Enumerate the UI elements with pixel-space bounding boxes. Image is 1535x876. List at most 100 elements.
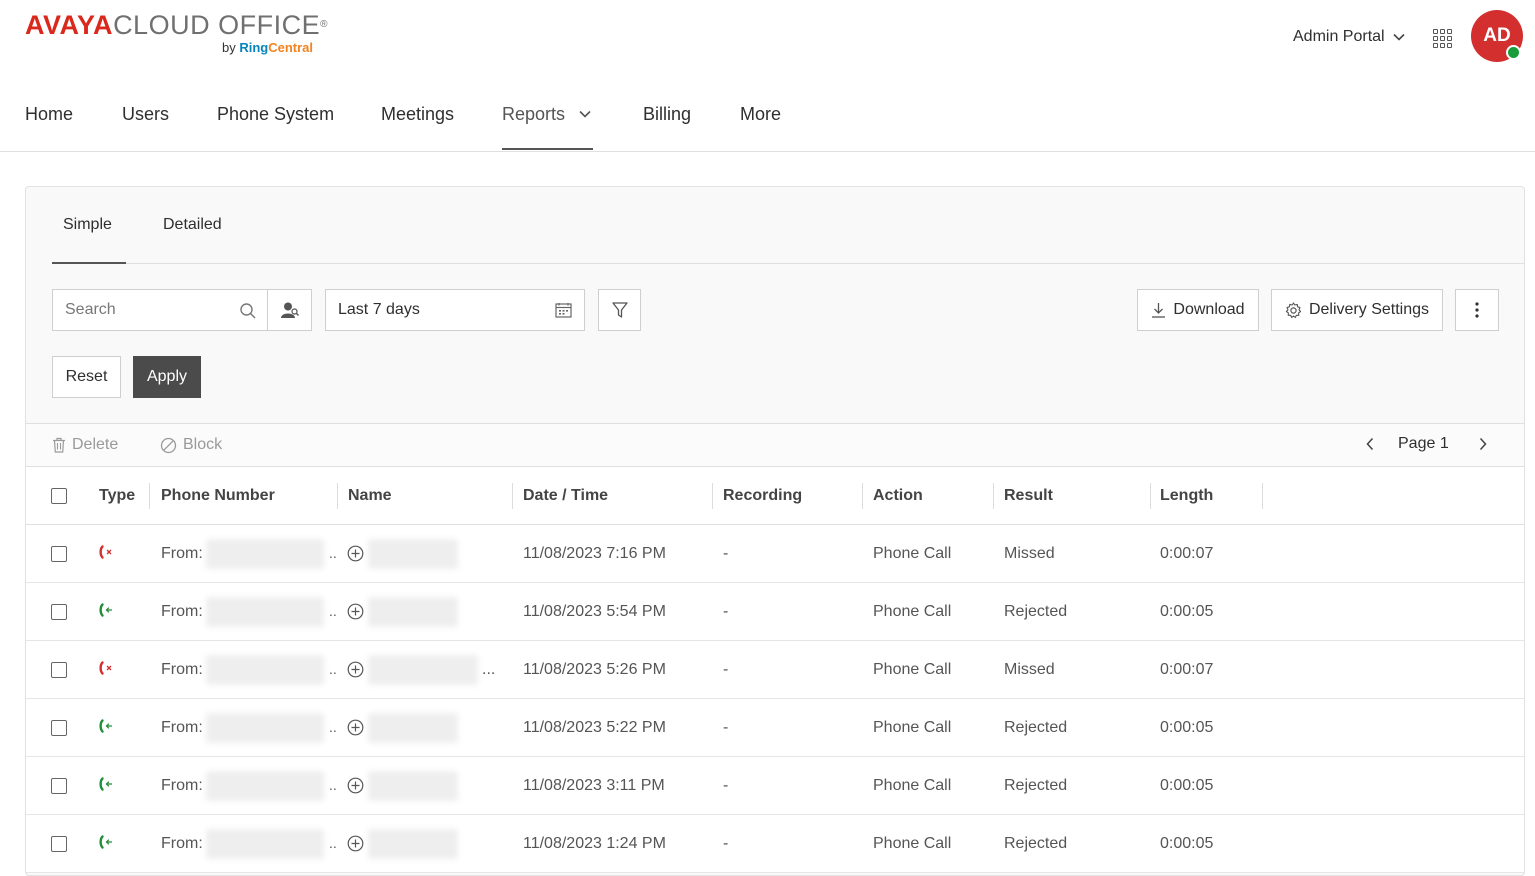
table-row[interactable]: From: .. 11/08/2023 7:16 PM - Phone Call… xyxy=(26,525,1524,583)
column-divider xyxy=(712,483,713,509)
column-phone-number[interactable]: Phone Number xyxy=(161,487,275,505)
nav-phone-system[interactable]: Phone System xyxy=(217,102,334,126)
phone-number-overflow: .. xyxy=(329,777,337,793)
add-contact-button[interactable] xyxy=(347,719,364,741)
filter-button[interactable] xyxy=(598,289,641,331)
chevron-left-icon[interactable] xyxy=(1366,437,1374,451)
column-divider xyxy=(512,483,513,509)
date-range-picker[interactable]: Last 7 days xyxy=(325,289,585,331)
add-contact-button[interactable] xyxy=(347,835,364,857)
row-checkbox[interactable] xyxy=(51,662,67,678)
row-checkbox[interactable] xyxy=(51,720,67,736)
main-nav: Home Users Phone System Meetings Reports… xyxy=(0,72,1535,152)
add-contact-button[interactable] xyxy=(347,777,364,799)
column-divider xyxy=(1262,483,1263,509)
avaya-logo[interactable]: AVAYACLOUD OFFICE® by RingCentral xyxy=(25,10,328,55)
apply-button[interactable]: Apply xyxy=(133,356,201,398)
subtab-divider xyxy=(52,263,1524,264)
nav-more[interactable]: More xyxy=(740,102,781,126)
action-cell: Phone Call xyxy=(873,835,952,852)
delete-action[interactable]: Delete xyxy=(52,436,118,454)
recording-cell: - xyxy=(723,835,729,852)
nav-home[interactable]: Home xyxy=(25,102,73,126)
add-contact-icon xyxy=(347,777,364,794)
download-label: Download xyxy=(1173,301,1245,318)
action-cell: Phone Call xyxy=(873,661,952,678)
row-checkbox[interactable] xyxy=(51,604,67,620)
redacted-phone-number xyxy=(206,771,324,801)
select-all-checkbox[interactable] xyxy=(51,488,67,504)
action-cell: Phone Call xyxy=(873,777,952,794)
add-contact-button[interactable] xyxy=(347,545,364,567)
trash-icon xyxy=(53,437,65,453)
chevron-down-icon xyxy=(1393,33,1405,41)
admin-portal-dropdown[interactable]: Admin Portal xyxy=(1293,28,1405,46)
phone-number-prefix: From: xyxy=(161,545,203,562)
length-cell: 0:00:05 xyxy=(1160,603,1214,620)
phone-number-overflow: .. xyxy=(329,835,337,851)
table-row[interactable]: From: .. 11/08/2023 1:24 PM - Phone Call… xyxy=(26,815,1524,873)
column-name[interactable]: Name xyxy=(348,487,392,505)
chevron-right-icon[interactable] xyxy=(1479,437,1487,451)
phone-number-prefix: From: xyxy=(161,719,203,736)
phone-number-overflow: .. xyxy=(329,661,337,677)
row-checkbox[interactable] xyxy=(51,836,67,852)
table-body: From: .. 11/08/2023 7:16 PM - Phone Call… xyxy=(26,525,1524,873)
column-result[interactable]: Result xyxy=(1004,487,1053,505)
call-type xyxy=(98,602,114,623)
table-row[interactable]: From: .. 11/08/2023 5:54 PM - Phone Call… xyxy=(26,583,1524,641)
date-time-cell: 11/08/2023 5:22 PM xyxy=(523,719,666,736)
search-field[interactable] xyxy=(52,289,268,331)
result-cell: Missed xyxy=(1004,545,1055,562)
nav-billing[interactable]: Billing xyxy=(643,102,691,126)
filter-icon xyxy=(611,301,628,318)
table-row[interactable]: From: .. 11/08/2023 3:11 PM - Phone Call… xyxy=(26,757,1524,815)
reset-button[interactable]: Reset xyxy=(52,356,121,398)
call-type xyxy=(98,776,114,797)
redacted-phone-number xyxy=(206,829,324,859)
admin-portal-label: Admin Portal xyxy=(1293,28,1385,45)
column-action[interactable]: Action xyxy=(873,487,923,505)
delivery-settings-button[interactable]: Delivery Settings xyxy=(1271,289,1443,331)
kebab-menu-icon xyxy=(1475,302,1479,318)
add-contact-icon xyxy=(347,545,364,562)
app-launcher-icon[interactable] xyxy=(1433,29,1452,48)
result-cell: Rejected xyxy=(1004,719,1068,736)
row-checkbox[interactable] xyxy=(51,778,67,794)
tab-simple[interactable]: Simple xyxy=(63,216,112,234)
recording-cell: - xyxy=(723,603,729,620)
action-cell: Phone Call xyxy=(873,545,952,562)
add-contact-icon xyxy=(347,835,364,852)
nav-users[interactable]: Users xyxy=(122,102,169,126)
calendar-icon xyxy=(555,303,572,318)
call-type xyxy=(98,718,114,739)
presence-status-icon xyxy=(1506,45,1521,60)
column-length[interactable]: Length xyxy=(1160,487,1213,505)
column-recording[interactable]: Recording xyxy=(723,487,802,505)
call-log-table: Type Phone Number Name Date / Time Recor… xyxy=(26,467,1524,873)
column-date-time[interactable]: Date / Time xyxy=(523,487,608,505)
result-cell: Missed xyxy=(1004,661,1055,678)
table-row[interactable]: From: .. ... 11/08/2023 5:26 PM - Phone … xyxy=(26,641,1524,699)
add-contact-button[interactable] xyxy=(347,661,364,683)
tab-detailed[interactable]: Detailed xyxy=(163,216,222,234)
chevron-down-icon xyxy=(579,110,591,118)
nav-meetings[interactable]: Meetings xyxy=(381,102,454,126)
delete-label: Delete xyxy=(72,436,119,453)
contact-picker-button[interactable] xyxy=(267,289,312,331)
user-search-icon xyxy=(280,302,299,318)
call-type xyxy=(98,660,114,681)
add-contact-button[interactable] xyxy=(347,603,364,625)
column-divider xyxy=(1150,483,1151,509)
search-input[interactable] xyxy=(65,301,225,319)
block-action[interactable]: Block xyxy=(160,436,222,454)
row-checkbox[interactable] xyxy=(51,546,67,562)
more-options-button[interactable] xyxy=(1455,289,1499,331)
incoming-call-icon xyxy=(99,719,112,733)
download-button[interactable]: Download xyxy=(1137,289,1259,331)
redacted-phone-number xyxy=(206,713,324,743)
column-type[interactable]: Type xyxy=(99,487,135,505)
bulk-actions-bar: Delete Block Page 1 xyxy=(26,423,1524,467)
table-row[interactable]: From: .. 11/08/2023 5:22 PM - Phone Call… xyxy=(26,699,1524,757)
nav-reports[interactable]: Reports xyxy=(502,102,591,126)
